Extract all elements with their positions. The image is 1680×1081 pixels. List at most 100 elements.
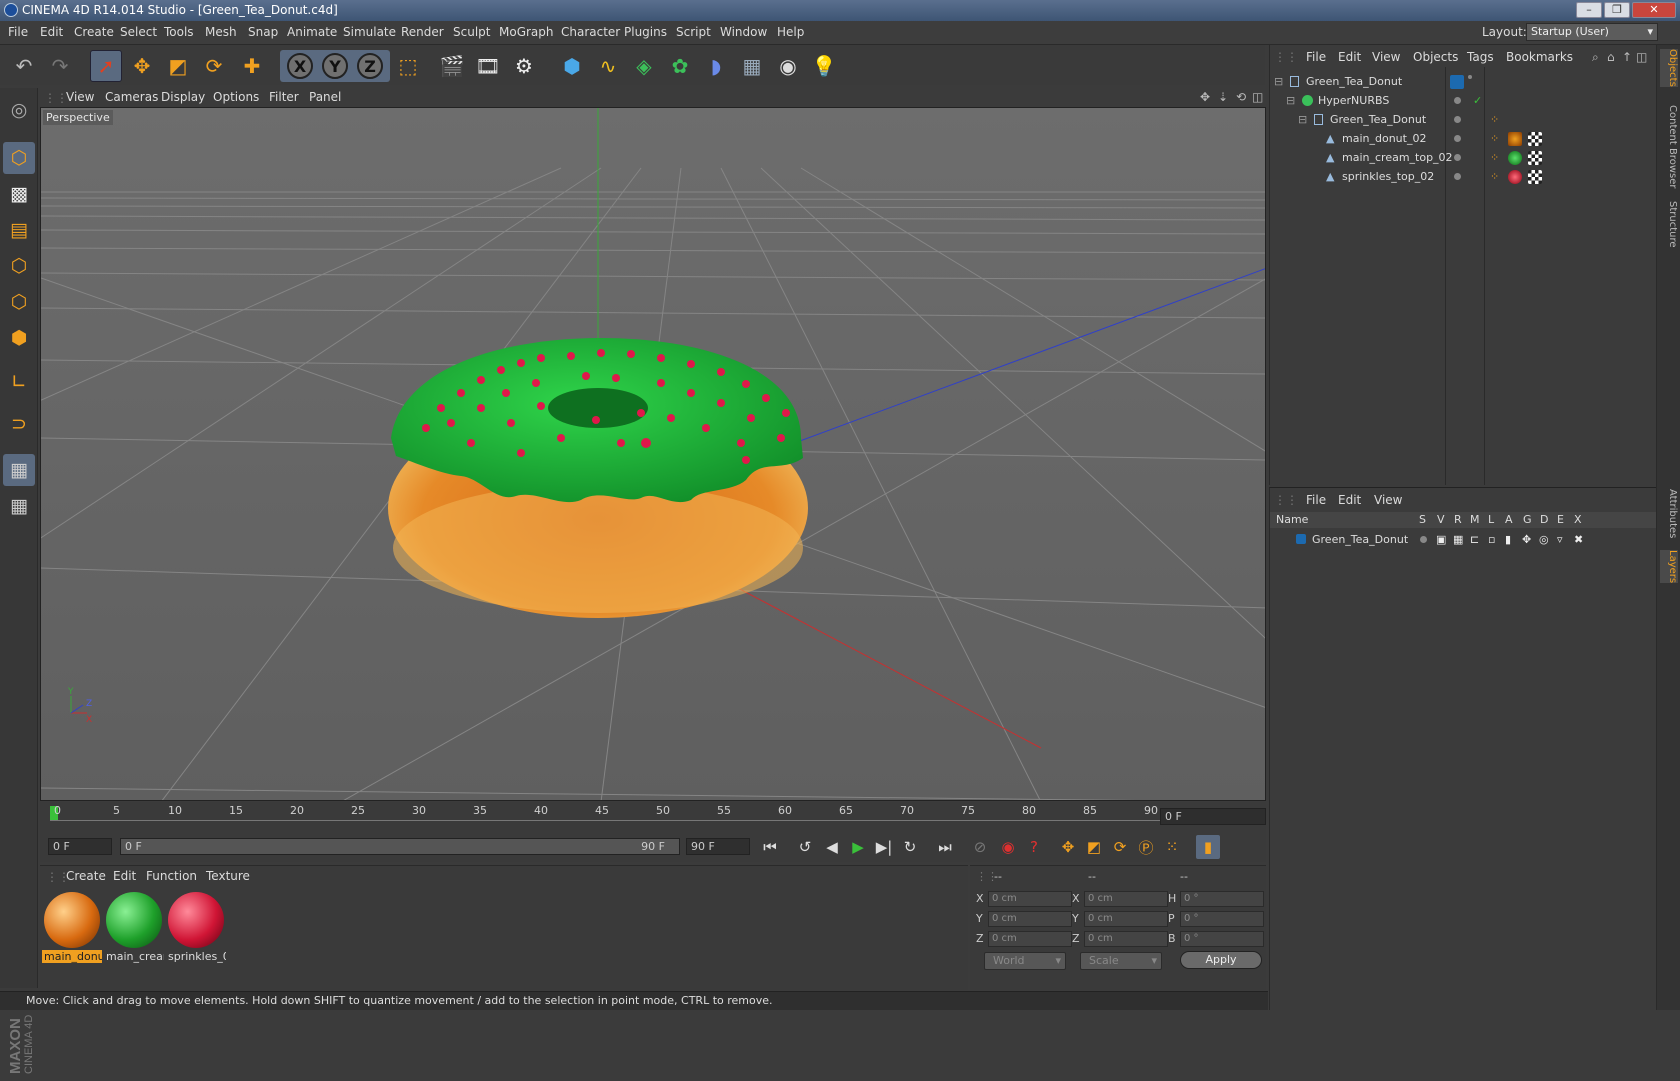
spline-icon[interactable]: ∿ (592, 50, 624, 82)
expressions-toggle-icon[interactable]: ▿ (1557, 530, 1563, 549)
key-position-icon[interactable]: ✥ (1056, 835, 1080, 859)
menu-edit[interactable]: Edit (40, 25, 63, 39)
xref-toggle-icon[interactable]: ✖ (1574, 530, 1583, 549)
rotation-h-field[interactable]: 0 ° (1180, 891, 1264, 907)
render-toggle-icon[interactable]: ▦ (1453, 530, 1463, 549)
menu-create[interactable]: Create (74, 25, 114, 39)
current-frame-field[interactable]: 0 F (1160, 808, 1266, 825)
viewport-menu-options[interactable]: Options (213, 90, 259, 104)
menu-window[interactable]: Window (720, 25, 767, 39)
move-tool-icon[interactable]: ✥ (126, 50, 158, 82)
material-menu-texture[interactable]: Texture (206, 869, 250, 883)
floor-icon[interactable]: ▦ (736, 50, 768, 82)
position-z-field[interactable]: 0 cm (988, 931, 1072, 947)
object-row[interactable]: ▲ sprinkles_top_02 ⁘ (1270, 167, 1657, 186)
previous-frame-icon[interactable]: ◀ (820, 835, 844, 859)
viewport-menu-filter[interactable]: Filter (269, 90, 299, 104)
rotate-tool-icon[interactable]: ⟳ (198, 50, 230, 82)
workplane-icon[interactable]: ▤ (3, 214, 35, 246)
animation-toggle-icon[interactable]: ▮ (1505, 530, 1511, 549)
coordinate-space-select[interactable]: World ▾ (984, 952, 1066, 970)
maximize-button[interactable]: ❐ (1604, 2, 1630, 18)
editor-visibility-dot[interactable] (1454, 116, 1461, 123)
recent-tool-icon[interactable]: ✚ (236, 50, 268, 82)
om-menu-tags[interactable]: Tags (1467, 50, 1494, 64)
editor-visibility-dot[interactable] (1454, 154, 1461, 161)
snap-icon[interactable]: ▦ (3, 490, 35, 522)
y-axis-lock-button[interactable]: Y (322, 53, 348, 79)
play-forward-icon[interactable]: ▶ (846, 835, 870, 859)
nurbs-icon[interactable]: ◈ (628, 50, 660, 82)
object-row[interactable]: ⊟ HyperNURBS ✓ (1270, 91, 1657, 110)
camera-icon[interactable]: ◉ (772, 50, 804, 82)
coordinate-system-icon[interactable]: ⬚ (392, 50, 424, 82)
menu-simulate[interactable]: Simulate (343, 25, 396, 39)
x-axis-lock-button[interactable]: X (287, 53, 313, 79)
column-view[interactable]: V (1437, 513, 1445, 526)
menu-select[interactable]: Select (120, 25, 157, 39)
rotation-b-field[interactable]: 0 ° (1180, 931, 1264, 947)
column-generators[interactable]: G (1523, 513, 1532, 526)
viewport-menu-panel[interactable]: Panel (309, 90, 341, 104)
object-row[interactable]: ⊟ Green_Tea_Donut (1270, 72, 1657, 91)
search-icon[interactable]: ⌕ (1592, 50, 1599, 65)
manager-toggle-icon[interactable]: ⊏ (1470, 530, 1479, 549)
previous-key-icon[interactable]: ↺ (793, 835, 817, 859)
material-tag-icon[interactable] (1508, 151, 1522, 165)
tree-toggle-icon[interactable]: ⊟ (1274, 72, 1283, 91)
key-rotation-icon[interactable]: ⟳ (1108, 835, 1132, 859)
menu-sculpt[interactable]: Sculpt (453, 25, 490, 39)
uvw-tag-icon[interactable] (1528, 151, 1542, 165)
om-menu-edit[interactable]: Edit (1338, 50, 1361, 64)
next-key-icon[interactable]: ↻ (898, 835, 922, 859)
menu-plugins[interactable]: Plugins (624, 25, 667, 39)
render-picture-viewer-icon[interactable]: 🎞 (472, 50, 504, 82)
object-row[interactable]: ▲ main_cream_top_02 ⁘ (1270, 148, 1657, 167)
array-icon[interactable]: ✿ (664, 50, 696, 82)
position-y-field[interactable]: 0 cm (988, 911, 1072, 927)
column-deformers[interactable]: D (1540, 513, 1548, 526)
scale-tool-icon[interactable]: ◩ (162, 50, 194, 82)
phong-tag-icon[interactable]: ⁘ (1490, 167, 1499, 186)
magnet-icon[interactable]: ⊃ (3, 408, 35, 440)
polygons-mode-icon[interactable]: ⬢ (3, 322, 35, 354)
column-name[interactable]: Name (1276, 513, 1308, 526)
menu-animate[interactable]: Animate (287, 25, 337, 39)
column-render[interactable]: R (1454, 513, 1462, 526)
tab-layers[interactable]: Layers (1660, 550, 1678, 584)
column-xref[interactable]: X (1574, 513, 1582, 526)
size-y-field[interactable]: 0 cm (1084, 911, 1168, 927)
column-expressions[interactable]: E (1557, 513, 1564, 526)
key-scale-icon[interactable]: ◩ (1082, 835, 1106, 859)
menu-character[interactable]: Character (561, 25, 620, 39)
tab-content-browser[interactable]: Content Browser (1660, 105, 1678, 188)
home-icon[interactable]: ⌂ (1607, 50, 1615, 64)
editor-visibility-dot[interactable] (1454, 97, 1461, 104)
viewport-pan-icon[interactable]: ✥ (1200, 90, 1210, 104)
edges-mode-icon[interactable]: ⬡ (3, 286, 35, 318)
render-view-icon[interactable]: 🎬 (436, 50, 468, 82)
record-keys-icon[interactable]: ⊘ (968, 835, 992, 859)
deformer-icon[interactable]: ◗ (700, 50, 732, 82)
tab-attributes[interactable]: Attributes (1660, 489, 1678, 538)
viewport-menu-view[interactable]: View (66, 90, 94, 104)
viewport-toggle-icon[interactable]: ◫ (1252, 90, 1263, 104)
tab-objects[interactable]: Objects (1660, 49, 1678, 87)
om-menu-bookmarks[interactable]: Bookmarks (1506, 50, 1573, 64)
viewport-camera-label[interactable]: Perspective (43, 110, 113, 125)
deformers-toggle-icon[interactable]: ◎ (1539, 530, 1549, 549)
uvw-tag-icon[interactable] (1528, 132, 1542, 146)
go-to-end-icon[interactable]: ⏭ (933, 835, 957, 859)
uvw-tag-icon[interactable] (1528, 170, 1542, 184)
menu-render[interactable]: Render (401, 25, 444, 39)
frame-range-slider[interactable]: 0 F 90 F (120, 838, 680, 855)
key-parameter-icon[interactable]: Ⓟ (1134, 835, 1158, 859)
minimize-button[interactable]: – (1576, 2, 1602, 18)
size-z-field[interactable]: 0 cm (1084, 931, 1168, 947)
close-window-button[interactable]: ✕ (1632, 2, 1676, 18)
autokey-icon[interactable]: ◉ (996, 835, 1020, 859)
up-arrow-icon[interactable]: ↑ (1622, 50, 1632, 64)
layer-color-tag[interactable] (1450, 75, 1464, 89)
keyframe-selection-icon[interactable]: ? (1022, 835, 1046, 859)
solo-toggle-icon[interactable] (1420, 536, 1427, 543)
